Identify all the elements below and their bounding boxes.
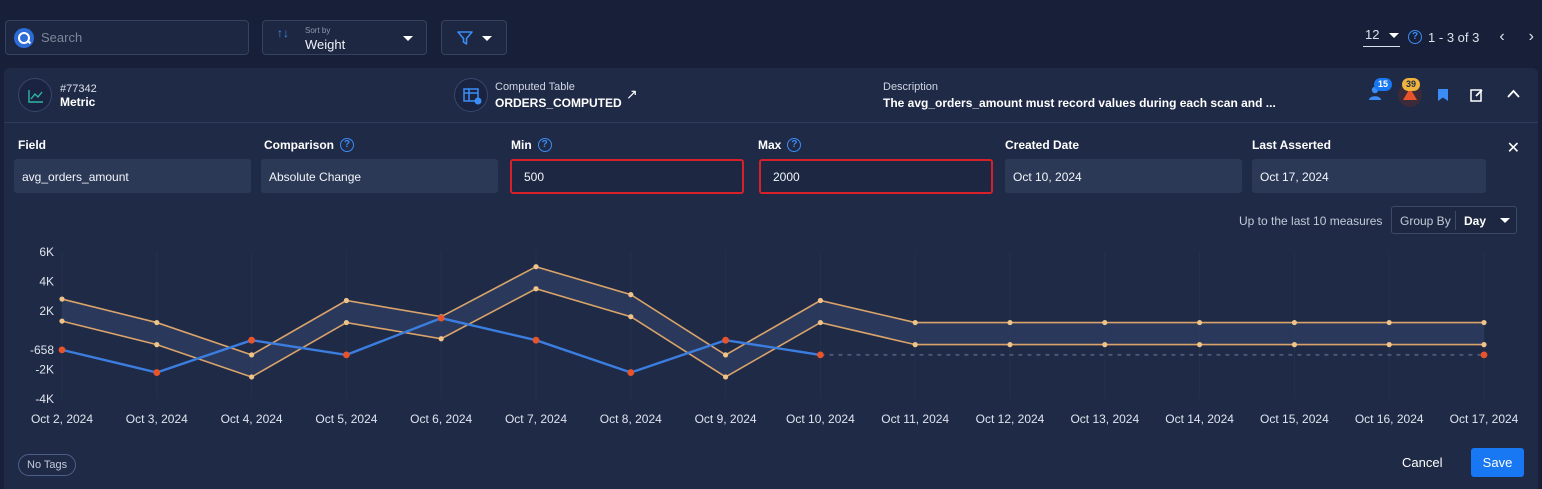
- x-tick-label: Oct 14, 2024: [1165, 412, 1234, 426]
- bound-point: [1197, 342, 1203, 348]
- metric-chart: 6K 4K 2K -658 -2K -4K Oct 2, 2024 Oct 3, 2024 Oc…: [30, 245, 1519, 426]
- x-tick-label: Oct 5, 2024: [315, 412, 377, 426]
- filter-icon: [457, 31, 473, 45]
- bound-point: [817, 297, 824, 304]
- bound-point: [1481, 319, 1487, 326]
- bound-point: [533, 286, 539, 292]
- tags-pill[interactable]: No Tags: [18, 454, 77, 476]
- bound-point: [59, 318, 65, 324]
- y-tick-label: 4K: [39, 274, 54, 288]
- bound-point: [154, 342, 160, 348]
- x-tick-label: Oct 10, 2024: [786, 412, 855, 426]
- per-page-value: 12: [1365, 27, 1380, 42]
- bound-point: [154, 319, 160, 326]
- y-tick-label: 6K: [39, 245, 54, 259]
- anomaly-point: [153, 369, 161, 376]
- anomaly-point: [58, 346, 66, 354]
- search-box[interactable]: [5, 20, 249, 55]
- search-input[interactable]: [41, 30, 231, 45]
- bound-point: [1197, 319, 1203, 326]
- per-page-select[interactable]: 12: [1363, 27, 1401, 47]
- bound-point: [1481, 342, 1487, 348]
- x-tick-label: Oct 12, 2024: [976, 412, 1045, 426]
- bound-point: [343, 319, 349, 326]
- bound-point: [1102, 342, 1108, 348]
- x-tick-label: Oct 6, 2024: [410, 412, 472, 426]
- anomaly-point: [343, 351, 350, 359]
- sort-icon: ↑↓: [277, 26, 289, 40]
- bound-point: [1007, 342, 1013, 348]
- sort-value: Weight: [305, 37, 346, 52]
- bound-point: [1386, 342, 1392, 348]
- y-tick-label: -658: [30, 343, 54, 357]
- anomaly-point: [437, 314, 445, 322]
- x-tick-label: Oct 16, 2024: [1355, 412, 1424, 426]
- sort-caption: Sort by: [305, 26, 331, 35]
- anomaly-point: [248, 336, 256, 344]
- y-tick-label: -4K: [35, 392, 54, 406]
- bound-point: [249, 374, 255, 380]
- bound-point: [438, 336, 444, 342]
- pagination: 12 ? 1 - 3 of 3 ‹ ›: [1363, 27, 1534, 47]
- bound-point: [343, 297, 349, 304]
- anomaly-point: [1480, 351, 1488, 359]
- save-button[interactable]: Save: [1471, 448, 1524, 477]
- x-tick-label: Oct 13, 2024: [1070, 412, 1139, 426]
- bound-point: [1291, 319, 1297, 326]
- x-tick-label: Oct 4, 2024: [221, 412, 283, 426]
- cancel-button[interactable]: Cancel: [1402, 455, 1442, 470]
- bound-point: [723, 352, 729, 358]
- bound-point: [912, 342, 918, 348]
- bound-point: [628, 292, 634, 298]
- bound-point: [1291, 342, 1297, 348]
- anomaly-point: [817, 351, 824, 359]
- x-tick-label: Oct 3, 2024: [126, 412, 188, 426]
- bound-point: [1007, 319, 1013, 326]
- search-icon: [14, 27, 34, 48]
- top-toolbar: ↑↓ Sort by Weight 12 ? 1 - 3 of 3 ‹ ›: [0, 0, 1542, 68]
- chevron-down-icon: [1389, 33, 1400, 38]
- chevron-down-icon: [482, 36, 492, 41]
- filter-dropdown[interactable]: [441, 20, 507, 55]
- next-page-icon[interactable]: ›: [1529, 28, 1534, 46]
- bound-point: [912, 319, 918, 326]
- bound-point: [1102, 319, 1108, 326]
- help-icon[interactable]: ?: [1408, 30, 1423, 44]
- x-tick-label: Oct 9, 2024: [695, 412, 757, 426]
- y-tick-label: -2K: [35, 363, 54, 377]
- bound-point: [249, 352, 255, 358]
- x-tick-label: Oct 8, 2024: [600, 412, 662, 426]
- x-tick-label: Oct 2, 2024: [31, 412, 93, 426]
- bound-point: [723, 374, 729, 380]
- x-tick-label: Oct 11, 2024: [881, 412, 949, 426]
- anomaly-point: [532, 336, 540, 344]
- bound-point: [59, 296, 65, 302]
- anomaly-point: [722, 336, 729, 344]
- y-tick-label: 2K: [39, 304, 54, 318]
- bound-point: [817, 319, 824, 326]
- check-card: #77342 Metric Computed Table ORDERS_COMP…: [4, 68, 1538, 489]
- page-range: 1 - 3 of 3: [1428, 29, 1480, 45]
- anomaly-point: [627, 369, 635, 376]
- chevron-down-icon: [403, 36, 413, 41]
- prev-page-icon[interactable]: ‹: [1499, 28, 1504, 46]
- x-tick-label: Oct 17, 2024: [1450, 412, 1519, 426]
- x-tick-label: Oct 15, 2024: [1260, 412, 1329, 426]
- bound-point: [533, 264, 539, 270]
- x-tick-label: Oct 7, 2024: [505, 412, 567, 426]
- bound-point: [1386, 319, 1392, 326]
- bound-point: [628, 314, 634, 320]
- sort-dropdown[interactable]: ↑↓ Sort by Weight: [262, 20, 427, 55]
